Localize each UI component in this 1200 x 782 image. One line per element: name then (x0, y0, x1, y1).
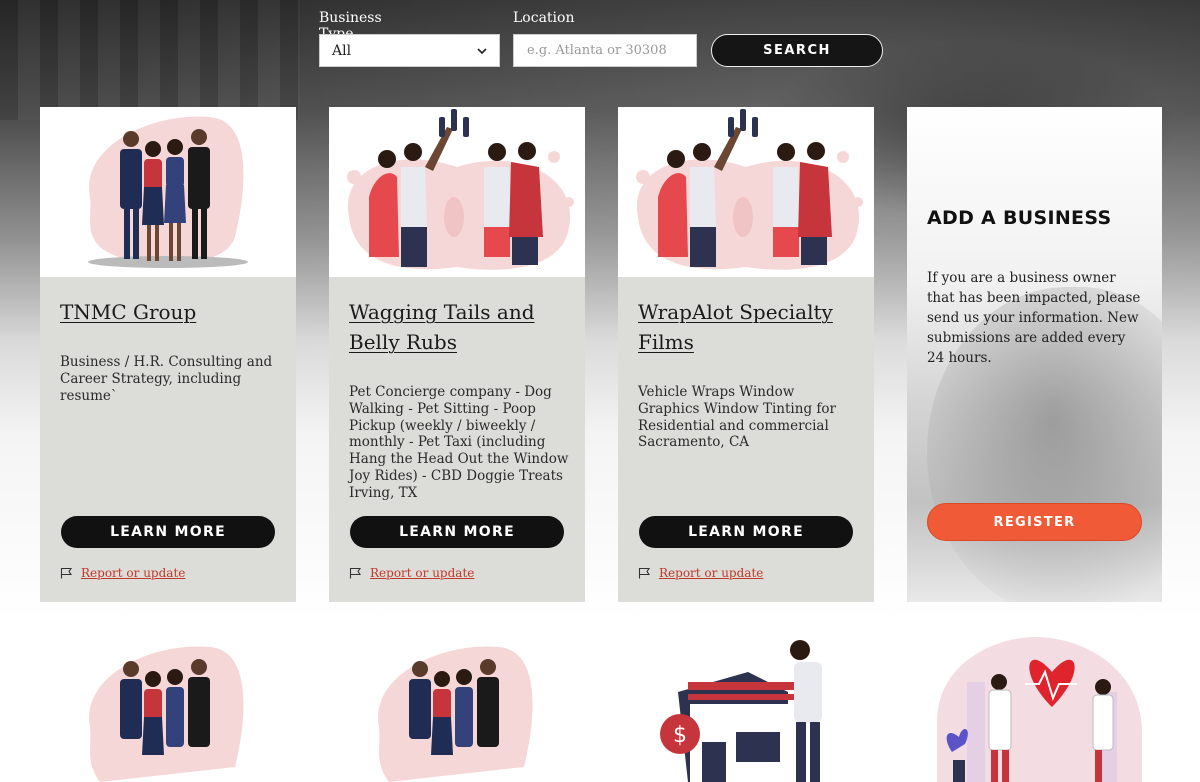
celebration-toast-illustration (618, 107, 874, 277)
business-title[interactable]: TNMC Group (60, 297, 280, 327)
search-button[interactable]: SEARCH (711, 34, 883, 67)
report-or-update-link[interactable]: Report or update (659, 566, 763, 580)
storefront-illustration: $ (618, 632, 874, 782)
business-card: TNMC Group Business / H.R. Consulting an… (40, 107, 296, 602)
report-link-row: Report or update (60, 566, 185, 580)
chevron-down-icon (477, 47, 487, 54)
learn-more-button[interactable]: LEARN MORE (350, 516, 564, 548)
location-label: Location (513, 10, 575, 26)
celebration-toast-illustration (329, 107, 585, 277)
report-or-update-link[interactable]: Report or update (81, 566, 185, 580)
business-title[interactable]: Wagging Tails and Belly Rubs (349, 297, 569, 357)
add-business-card: ADD A BUSINESS If you are a business own… (907, 107, 1162, 602)
location-placeholder: e.g. Atlanta or 30308 (527, 43, 667, 58)
business-description: Pet Concierge company - Dog Walking - Pe… (349, 384, 569, 501)
business-card: Wagging Tails and Belly Rubs Pet Concier… (329, 107, 585, 602)
business-card: WrapAlot Specialty Films Vehicle Wraps W… (618, 107, 874, 602)
business-type-value: All (332, 42, 352, 59)
flag-icon (638, 567, 651, 579)
report-or-update-link[interactable]: Report or update (370, 566, 474, 580)
healthcare-illustration (907, 632, 1163, 782)
report-link-row: Report or update (638, 566, 763, 580)
business-team-illustration (329, 632, 585, 782)
learn-more-button[interactable]: LEARN MORE (61, 516, 275, 548)
business-type-select[interactable]: All (319, 34, 500, 67)
location-input[interactable]: e.g. Atlanta or 30308 (513, 34, 697, 67)
svg-text:$: $ (673, 723, 687, 748)
add-business-title: ADD A BUSINESS (927, 207, 1112, 229)
business-description: Vehicle Wraps Window Graphics Window Tin… (638, 384, 836, 451)
business-team-illustration (40, 107, 296, 277)
business-title[interactable]: WrapAlot Specialty Films (638, 297, 858, 357)
flag-icon (60, 567, 73, 579)
add-business-description: If you are a business owner that has bee… (927, 270, 1141, 366)
business-description: Business / H.R. Consulting and Career St… (60, 354, 273, 404)
learn-more-button[interactable]: LEARN MORE (639, 516, 853, 548)
register-button[interactable]: REGISTER (927, 503, 1142, 541)
report-link-row: Report or update (349, 566, 474, 580)
flag-icon (349, 567, 362, 579)
business-team-illustration (40, 632, 296, 782)
